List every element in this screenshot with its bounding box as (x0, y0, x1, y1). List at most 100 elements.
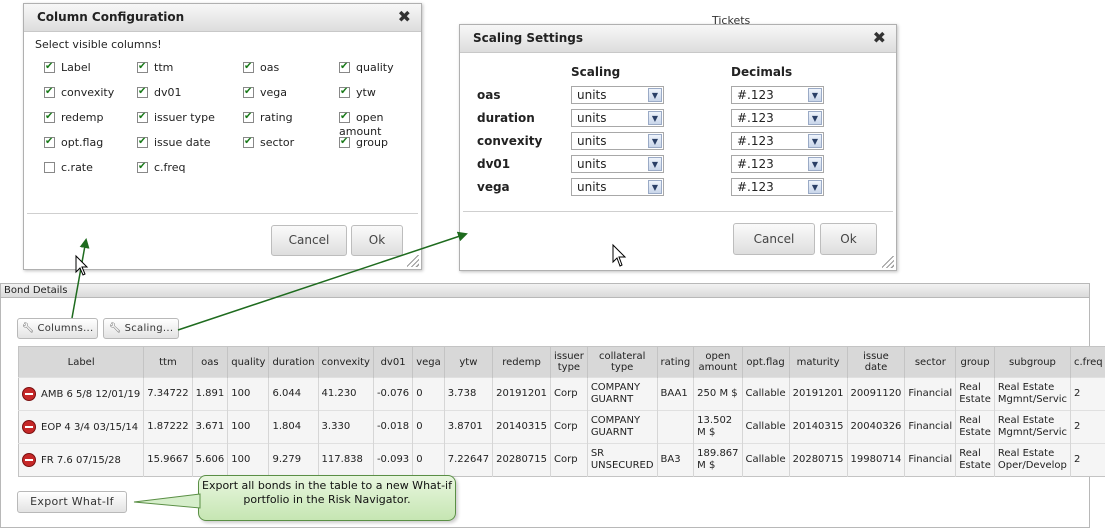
column-header[interactable]: subgroup (994, 346, 1072, 378)
column-checkbox-item[interactable]: open amount (339, 110, 421, 138)
checkbox[interactable] (137, 160, 148, 174)
column-header[interactable]: maturity (789, 346, 848, 378)
chevron-down-icon[interactable]: ▼ (808, 88, 822, 102)
remove-row-icon[interactable] (22, 420, 36, 434)
decimals-select[interactable]: #.123 ▼ (731, 155, 824, 173)
column-header[interactable]: duration (268, 346, 319, 378)
checkbox[interactable] (339, 135, 350, 149)
scaling-select[interactable]: units ▼ (571, 86, 664, 104)
chevron-down-icon[interactable]: ▼ (648, 134, 662, 148)
checkbox[interactable] (243, 110, 254, 124)
column-header[interactable]: rating (657, 346, 695, 378)
decimals-select[interactable]: #.123 ▼ (731, 86, 824, 104)
column-header[interactable]: redemp (492, 346, 551, 378)
columns-button[interactable]: 🔧︎ Columns... (17, 318, 98, 339)
chevron-down-icon[interactable]: ▼ (808, 134, 822, 148)
checkbox[interactable] (243, 135, 254, 149)
scaling-select[interactable]: units ▼ (571, 178, 664, 196)
scaling-button[interactable]: 🔧︎ Scaling... (103, 318, 179, 339)
checkbox[interactable] (44, 110, 55, 124)
column-checkbox-item[interactable]: c.freq (137, 160, 185, 175)
checkbox[interactable] (243, 85, 254, 99)
columns-button-label: Columns... (37, 323, 94, 334)
checkbox[interactable] (339, 85, 350, 99)
checkbox[interactable] (339, 60, 350, 74)
chevron-down-icon[interactable]: ▼ (808, 157, 822, 171)
close-icon[interactable]: ✖ (873, 28, 886, 47)
column-checkbox-item[interactable]: ytw (339, 85, 376, 100)
column-checkbox-item[interactable]: ttm (137, 60, 173, 75)
chevron-down-icon[interactable]: ▼ (808, 111, 822, 125)
column-header[interactable]: collateral type (587, 346, 658, 378)
column-header[interactable]: convexity (318, 346, 374, 378)
checkbox-label: convexity (61, 86, 115, 99)
column-checkbox-item[interactable]: dv01 (137, 85, 182, 100)
column-header[interactable]: ytw (444, 346, 494, 378)
column-checkbox-item[interactable]: Label (44, 60, 91, 75)
column-checkbox-item[interactable]: vega (243, 85, 287, 100)
table-row[interactable]: EOP 4 3/4 03/15/14 1.87222 3.671 100 1.804 3.… (18, 410, 1105, 444)
checkbox[interactable] (137, 135, 148, 149)
checkbox[interactable] (44, 85, 55, 99)
checkbox[interactable] (137, 85, 148, 99)
decimals-select[interactable]: #.123 ▼ (731, 132, 824, 150)
dialog-header[interactable]: Column Configuration ✖ (24, 4, 421, 32)
column-header[interactable]: issue date (847, 346, 906, 378)
decimals-select[interactable]: #.123 ▼ (731, 109, 824, 127)
column-checkbox-item[interactable]: opt.flag (44, 135, 103, 150)
table-cell: SR UNSECURED (587, 443, 658, 477)
checkbox[interactable] (44, 60, 55, 74)
checkbox[interactable] (243, 60, 254, 74)
chevron-down-icon[interactable]: ▼ (648, 180, 662, 194)
export-what-if-button[interactable]: Export What-If (17, 491, 127, 513)
table-row[interactable]: AMB 6 5/8 12/01/19 7.34722 1.891 100 6.044 41… (18, 377, 1105, 411)
remove-row-icon[interactable] (22, 453, 36, 467)
column-header[interactable]: opt.flag (742, 346, 790, 378)
column-checkbox-item[interactable]: group (339, 135, 388, 150)
scaling-select[interactable]: units ▼ (571, 109, 664, 127)
column-header[interactable]: quality (227, 346, 270, 378)
column-header[interactable]: dv01 (373, 346, 414, 378)
resize-grip-icon[interactable] (882, 256, 894, 268)
remove-row-icon[interactable] (22, 387, 36, 401)
chevron-down-icon[interactable]: ▼ (648, 88, 662, 102)
table-row[interactable]: FR 7.6 07/15/28 15.9667 5.606 100 9.279 117.8… (18, 443, 1105, 477)
chevron-down-icon[interactable]: ▼ (808, 180, 822, 194)
chevron-down-icon[interactable]: ▼ (648, 111, 662, 125)
resize-grip-icon[interactable] (407, 255, 419, 267)
column-header[interactable]: oas (192, 346, 229, 378)
checkbox[interactable] (137, 60, 148, 74)
scaling-select[interactable]: units ▼ (571, 155, 664, 173)
column-checkbox-item[interactable]: issue date (137, 135, 211, 150)
chevron-down-icon[interactable]: ▼ (648, 157, 662, 171)
column-checkbox-item[interactable]: convexity (44, 85, 115, 100)
column-header[interactable]: issuer type (550, 346, 588, 378)
column-header[interactable]: sector (904, 346, 957, 378)
column-checkbox-item[interactable]: c.rate (44, 161, 93, 175)
scaling-select[interactable]: units ▼ (571, 132, 664, 150)
column-header[interactable]: Label (18, 346, 145, 378)
column-header[interactable]: open amount (693, 346, 743, 378)
dialog-header[interactable]: Scaling Settings ✖ (460, 25, 896, 53)
column-header[interactable]: ttm (143, 346, 193, 378)
column-config-ok-button[interactable]: Ok (351, 225, 403, 256)
checkbox[interactable] (44, 162, 55, 173)
column-header[interactable]: group (955, 346, 995, 378)
checkbox[interactable] (44, 135, 55, 149)
column-config-cancel-button[interactable]: Cancel (271, 225, 347, 256)
column-header[interactable]: c.freq (1070, 346, 1105, 378)
column-checkbox-item[interactable]: rating (243, 110, 293, 125)
scaling-cancel-button[interactable]: Cancel (733, 223, 815, 255)
cell-value: 1.804 (272, 421, 302, 432)
close-icon[interactable]: ✖ (398, 7, 411, 26)
checkbox[interactable] (137, 110, 148, 124)
column-checkbox-item[interactable]: issuer type (137, 110, 215, 125)
decimals-select[interactable]: #.123 ▼ (731, 178, 824, 196)
column-checkbox-item[interactable]: oas (243, 60, 279, 75)
column-header[interactable]: vega (412, 346, 445, 378)
column-checkbox-item[interactable]: sector (243, 135, 294, 150)
column-checkbox-item[interactable]: quality (339, 60, 394, 75)
column-checkbox-item[interactable]: redemp (44, 110, 104, 125)
checkbox[interactable] (339, 110, 350, 124)
scaling-ok-button[interactable]: Ok (820, 223, 877, 255)
